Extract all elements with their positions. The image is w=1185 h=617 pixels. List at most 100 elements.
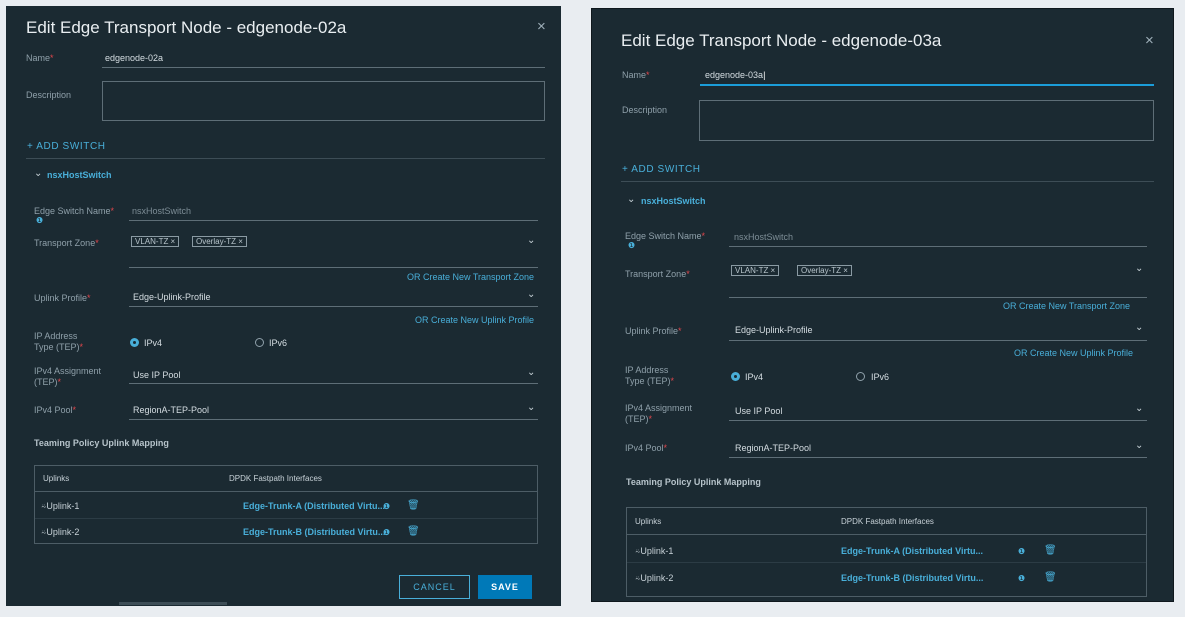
info-icon[interactable]: ❶	[383, 502, 390, 511]
teaming-table: Uplinks DPDK Fastpath Interfaces ⍨Uplink…	[34, 465, 538, 544]
close-icon[interactable]: ×	[537, 18, 546, 35]
scrollbar-thumb[interactable]	[119, 602, 227, 605]
name-input-underline	[700, 84, 1154, 86]
transport-zone-label: Transport Zone*	[625, 269, 690, 279]
description-textarea[interactable]	[102, 81, 545, 121]
ip-address-type-label: IP Address Type (TEP)*	[625, 365, 675, 386]
name-input[interactable]: edgenode-03a|	[705, 70, 765, 80]
create-transport-zone-link[interactable]: OR Create New Transport Zone	[1003, 301, 1130, 311]
ipv6-radio[interactable]	[856, 372, 865, 381]
ipv4-pool-select[interactable]: RegionA-TEP-Pool	[735, 443, 811, 453]
edit-edge-node-dialog-02a: Edit Edge Transport Node - edgenode-02a …	[6, 6, 561, 606]
ipv4-assignment-select[interactable]: Use IP Pool	[735, 406, 782, 416]
chevron-down-icon[interactable]: ⌄	[527, 289, 535, 300]
info-icon[interactable]: ❶	[383, 528, 390, 537]
uplink-profile-underline	[729, 340, 1147, 341]
table-row: ⍨Uplink-2 Edge-Trunk-B (Distributed Virt…	[35, 518, 537, 544]
trash-icon[interactable]: 🗑	[407, 500, 420, 511]
create-uplink-profile-link[interactable]: OR Create New Uplink Profile	[415, 315, 534, 325]
chevron-down-icon[interactable]: ⌄	[1135, 440, 1143, 451]
uplink-2-cell: ⍨Uplink-2	[635, 573, 674, 583]
table-row: ⍨Uplink-2 Edge-Trunk-B (Distributed Virt…	[627, 563, 1146, 590]
info-icon[interactable]: ❶	[1018, 547, 1025, 556]
ipv4-radio-label: IPv4	[745, 372, 764, 382]
uplink-profile-label: Uplink Profile*	[34, 293, 91, 303]
ipv4-radio-label: IPv4	[144, 338, 163, 348]
dialog-title: Edit Edge Transport Node - edgenode-02a	[26, 18, 347, 37]
chevron-down-icon[interactable]: ⌄	[527, 235, 535, 246]
close-icon[interactable]: ×	[1145, 32, 1154, 49]
name-input-underline	[102, 67, 545, 68]
chevron-down-icon[interactable]: ⌄	[1135, 263, 1143, 274]
edge-switch-name-input[interactable]: nsxHostSwitch	[734, 232, 793, 242]
trash-icon[interactable]: 🗑	[1044, 545, 1057, 556]
add-switch-button[interactable]: + ADD SWITCH	[27, 141, 106, 152]
transport-zone-underline	[129, 267, 538, 268]
edge-switch-name-label: Edge Switch Name*	[34, 206, 115, 216]
ipv4-assignment-label: IPv4 Assignment (TEP)*	[625, 403, 693, 424]
description-textarea[interactable]	[699, 100, 1154, 141]
collapse-chevron-icon[interactable]: ⌄	[34, 168, 42, 179]
chevron-down-icon[interactable]: ⌄	[1135, 322, 1143, 333]
chevron-down-icon[interactable]: ⌄	[527, 402, 535, 413]
teaming-policy-heading: Teaming Policy Uplink Mapping	[626, 477, 761, 487]
table-row: ⍨Uplink-1 Edge-Trunk-A (Distributed Virt…	[627, 535, 1146, 562]
name-label: Name*	[622, 70, 650, 80]
transport-zone-chip-vlan[interactable]: VLAN-TZ ×	[131, 236, 180, 247]
info-icon[interactable]: ❶	[628, 241, 635, 250]
trash-icon[interactable]: 🗑	[1044, 572, 1057, 583]
switch-section-title[interactable]: nsxHostSwitch	[641, 196, 706, 206]
ipv6-radio[interactable]	[255, 338, 264, 347]
uplink-2-cell: ⍨Uplink-2	[41, 527, 80, 537]
ipv4-pool-select[interactable]: RegionA-TEP-Pool	[133, 405, 209, 415]
add-switch-button[interactable]: + ADD SWITCH	[622, 164, 701, 175]
interface-select-link[interactable]: Edge-Trunk-B (Distributed Virtu...	[243, 527, 385, 537]
chevron-down-icon[interactable]: ⌄	[527, 367, 535, 378]
collapse-chevron-icon[interactable]: ⌄	[627, 194, 635, 205]
trash-icon[interactable]: 🗑	[407, 526, 420, 537]
ipv4-pool-underline	[729, 457, 1147, 458]
save-button[interactable]: SAVE	[478, 575, 532, 599]
name-input[interactable]: edgenode-02a	[105, 53, 163, 63]
create-uplink-profile-link[interactable]: OR Create New Uplink Profile	[1014, 348, 1133, 358]
ipv4-radio[interactable]	[130, 338, 139, 347]
table-row: ⍨Uplink-1 Edge-Trunk-A (Distributed Virt…	[35, 492, 537, 518]
ipv4-pool-underline	[129, 419, 538, 420]
switch-section-title[interactable]: nsxHostSwitch	[47, 170, 112, 180]
ip-address-type-label: IP Address Type (TEP)*	[34, 331, 84, 352]
ipv4-assignment-label: IPv4 Assignment (TEP)*	[34, 366, 102, 387]
uplink-profile-label: Uplink Profile*	[625, 326, 682, 336]
transport-zone-chip-overlay[interactable]: Overlay-TZ ×	[797, 265, 852, 276]
ipv4-radio[interactable]	[731, 372, 740, 381]
edge-switch-name-label: Edge Switch Name*	[625, 231, 706, 241]
create-transport-zone-link[interactable]: OR Create New Transport Zone	[407, 272, 534, 282]
description-label: Description	[622, 105, 668, 115]
transport-zone-underline	[729, 297, 1147, 298]
column-header-uplinks: Uplinks	[635, 517, 662, 526]
chevron-down-icon[interactable]: ⌄	[1135, 403, 1143, 414]
interface-select-link[interactable]: Edge-Trunk-B (Distributed Virtu...	[841, 573, 983, 583]
transport-zone-chip-overlay[interactable]: Overlay-TZ ×	[192, 236, 247, 247]
uplink-profile-underline	[129, 306, 538, 307]
edge-switch-name-underline	[729, 246, 1147, 247]
cancel-button[interactable]: CANCEL	[399, 575, 470, 599]
edge-switch-name-underline	[129, 220, 538, 221]
edge-switch-name-input[interactable]: nsxHostSwitch	[132, 206, 191, 216]
interface-select-link[interactable]: Edge-Trunk-A (Distributed Virtu...	[243, 501, 385, 511]
column-header-uplinks: Uplinks	[43, 474, 70, 483]
uplink-1-cell: ⍨Uplink-1	[635, 546, 674, 556]
ipv4-assignment-underline	[129, 383, 538, 384]
teaming-table: Uplinks DPDK Fastpath Interfaces ⍨Uplink…	[626, 507, 1147, 597]
uplink-profile-select[interactable]: Edge-Uplink-Profile	[133, 292, 211, 302]
ipv4-assignment-select[interactable]: Use IP Pool	[133, 370, 180, 380]
ipv6-radio-label: IPv6	[269, 338, 288, 348]
interface-select-link[interactable]: Edge-Trunk-A (Distributed Virtu...	[841, 546, 983, 556]
ipv6-radio-label: IPv6	[871, 372, 890, 382]
teaming-policy-heading: Teaming Policy Uplink Mapping	[34, 438, 169, 448]
info-icon[interactable]: ❶	[1018, 574, 1025, 583]
ipv4-pool-label: IPv4 Pool*	[625, 443, 668, 453]
transport-zone-chip-vlan[interactable]: VLAN-TZ ×	[731, 265, 780, 276]
uplink-profile-select[interactable]: Edge-Uplink-Profile	[735, 325, 813, 335]
dialog-title: Edit Edge Transport Node - edgenode-03a	[621, 31, 942, 50]
info-icon[interactable]: ❶	[36, 216, 43, 225]
